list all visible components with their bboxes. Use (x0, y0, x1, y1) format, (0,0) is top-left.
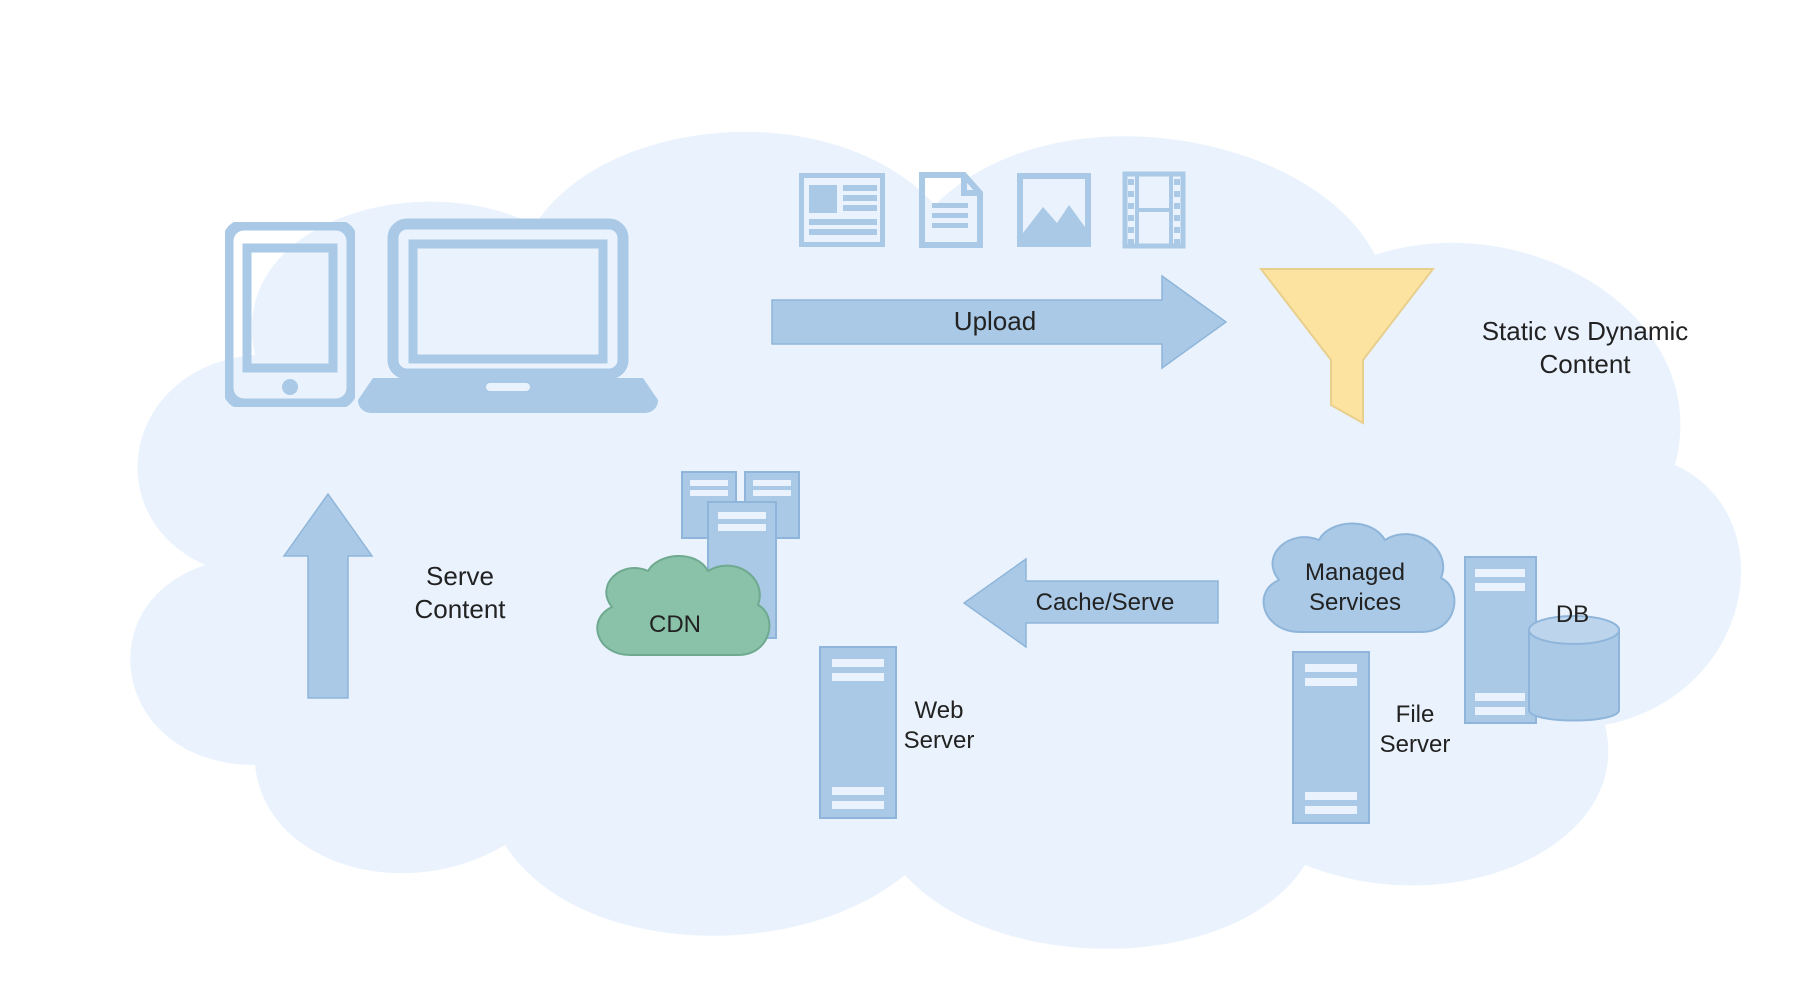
managed-services-label: Managed Services (1290, 558, 1420, 618)
content-document-icon (918, 171, 984, 249)
laptop-icon (358, 218, 658, 413)
cache-serve-label: Cache/Serve (1020, 588, 1190, 618)
content-webpage-icon (799, 173, 885, 247)
serve-content-label: Serve Content (400, 560, 520, 625)
content-image-icon (1017, 173, 1091, 247)
static-dynamic-label: Static vs Dynamic Content (1455, 315, 1715, 380)
web-server-label: Web Server (894, 696, 984, 756)
cdn-label: CDN (640, 610, 710, 640)
funnel-icon (1257, 265, 1437, 430)
diagram-stage: Upload Static vs Dynamic Content Managed… (0, 0, 1818, 992)
content-video-icon (1122, 171, 1186, 249)
file-server-label: File Server (1370, 700, 1460, 760)
web-server-icon (818, 645, 898, 820)
cdn-cloud-icon (582, 547, 777, 665)
serve-content-arrow (280, 490, 375, 700)
upload-label: Upload (920, 305, 1070, 338)
db-label: DB (1545, 600, 1600, 630)
file-server-icon (1291, 650, 1371, 825)
tablet-icon (225, 222, 355, 407)
